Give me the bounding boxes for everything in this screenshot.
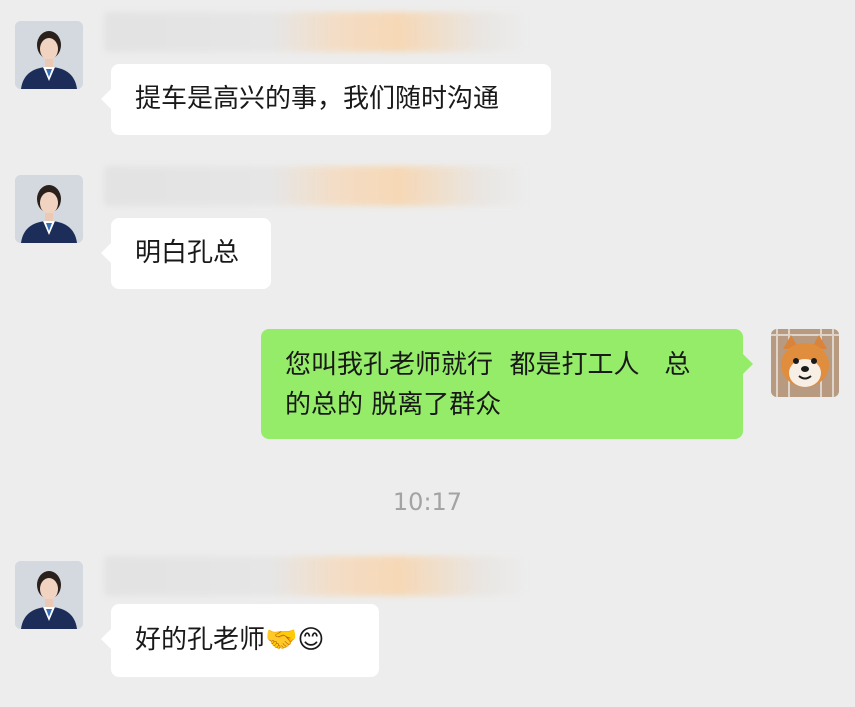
timestamp: 10:17 xyxy=(392,488,463,516)
message-bubble-incoming[interactable]: 好的孔老师🤝😊 xyxy=(101,604,379,677)
message-bubble-incoming[interactable]: 明白孔总 xyxy=(101,218,271,289)
chat-conversation: 提车是高兴的事，我们随时沟通 明白孔总 您叫我孔老师就行 都是打工人 总 的总的… xyxy=(0,0,855,707)
sender-name-blurred xyxy=(104,166,524,206)
message-text: 明白孔总 xyxy=(135,238,240,268)
agent-avatar-icon xyxy=(15,561,83,629)
agent-avatar[interactable] xyxy=(15,561,83,629)
agent-avatar-icon xyxy=(15,21,83,89)
sender-name-blurred xyxy=(104,12,524,52)
message-text: 提车是高兴的事，我们随时沟通 xyxy=(135,84,500,114)
message-text-line-2: 的总的 脱离了群众 xyxy=(285,390,502,420)
message-bubble-outgoing[interactable]: 您叫我孔老师就行 都是打工人 总 的总的 脱离了群众 xyxy=(261,329,753,439)
agent-avatar-icon xyxy=(15,175,83,243)
message-bubble-incoming[interactable]: 提车是高兴的事，我们随时沟通 xyxy=(101,64,551,135)
sender-name-blurred xyxy=(104,556,524,596)
agent-avatar[interactable] xyxy=(15,21,83,89)
agent-avatar[interactable] xyxy=(15,175,83,243)
message-text-line-1: 您叫我孔老师就行 都是打工人 总 xyxy=(285,350,691,380)
shiba-dog-avatar-icon xyxy=(771,329,839,397)
self-avatar[interactable] xyxy=(771,329,839,397)
message-text: 好的孔老师🤝😊 xyxy=(135,625,325,655)
